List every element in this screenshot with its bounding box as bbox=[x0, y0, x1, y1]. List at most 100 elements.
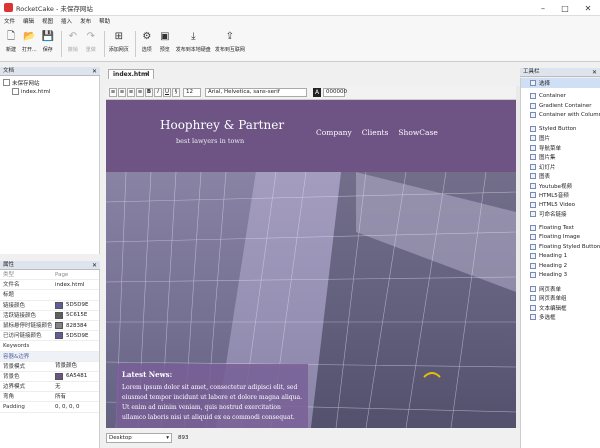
prop-row[interactable]: 已访问链接颜色 5D5D9E bbox=[0, 331, 99, 342]
prop-row[interactable]: 背景色 6A5481 bbox=[0, 372, 99, 383]
prop-row[interactable]: 鼠标悬停时链接颜色 828384 bbox=[0, 321, 99, 332]
align-left-button[interactable]: ≡ bbox=[109, 88, 117, 97]
open-icon: 📂 bbox=[23, 31, 36, 42]
close-icon[interactable]: ✕ bbox=[92, 261, 97, 270]
paragraph-style-button[interactable]: § bbox=[172, 88, 180, 97]
color-swatch[interactable] bbox=[55, 372, 63, 380]
publish-web-button[interactable]: ⇪ 发布到互联网 bbox=[215, 31, 245, 53]
prop-row[interactable]: 链接颜色 5D5D9E bbox=[0, 301, 99, 311]
site-tagline[interactable]: best lawyers in town bbox=[176, 137, 244, 145]
toolbox-item-select[interactable]: 选择 bbox=[521, 78, 600, 88]
minimize-icon[interactable]: – bbox=[532, 0, 554, 16]
close-icon[interactable]: ✕ bbox=[92, 67, 97, 76]
menu-view[interactable]: 视图 bbox=[42, 17, 53, 25]
save-icon: 💾 bbox=[41, 31, 55, 42]
toolbox-item[interactable]: HTML5 Video bbox=[521, 200, 600, 210]
toolbox-item[interactable]: 多选框 bbox=[521, 313, 600, 323]
close-icon[interactable]: ✕ bbox=[592, 68, 597, 77]
toolbox-item[interactable]: Floating Styled Button bbox=[521, 242, 600, 252]
underline-button[interactable]: U bbox=[163, 88, 171, 97]
undo-button[interactable]: ↶ 撤销 bbox=[66, 31, 80, 53]
prop-row[interactable]: 背景模式 背景颜色 bbox=[0, 362, 99, 372]
site-header[interactable]: Hoophrey & Partner best lawyers in town … bbox=[106, 100, 516, 172]
nav-item-showcase[interactable]: ShowCase bbox=[398, 128, 437, 137]
folder-icon bbox=[3, 79, 10, 86]
toolbox-item-label: 导航菜单 bbox=[539, 145, 562, 152]
options-button[interactable]: ⚙ 选项 bbox=[140, 31, 154, 53]
toolbox-item-label: HTML5 Video bbox=[539, 201, 575, 208]
prop-row[interactable]: 弯角 所有 bbox=[0, 392, 99, 403]
device-mode-select[interactable]: Desktop ▾ bbox=[106, 433, 172, 443]
menu-edit[interactable]: 编辑 bbox=[23, 17, 34, 25]
toolbox-item[interactable]: 文本编辑框 bbox=[521, 303, 600, 313]
text-color-picker[interactable]: A 000000 bbox=[313, 88, 347, 97]
bold-button[interactable]: B bbox=[145, 88, 153, 97]
menu-file[interactable]: 文件 bbox=[4, 17, 15, 25]
prop-row[interactable]: 文件名 index.html bbox=[0, 280, 99, 291]
toolbox-item[interactable]: Youtube视频 bbox=[521, 181, 600, 191]
toolbox-item[interactable]: 图表 bbox=[521, 172, 600, 182]
align-center-button[interactable]: ≡ bbox=[118, 88, 126, 97]
maximize-icon[interactable]: □ bbox=[554, 0, 576, 16]
tree-root[interactable]: 未保存网站 bbox=[0, 78, 99, 87]
font-size-select[interactable]: 12 bbox=[183, 88, 201, 97]
close-icon[interactable]: × bbox=[145, 70, 150, 79]
canvas-width-value: 893 bbox=[178, 435, 189, 441]
publish-local-button[interactable]: ⤓ 发布到本地硬盘 bbox=[176, 31, 211, 53]
prop-row-type: 类型 Page bbox=[0, 270, 99, 281]
italic-button[interactable]: I bbox=[154, 88, 162, 97]
add-page-button[interactable]: ⊞ 添加网页 bbox=[109, 31, 129, 53]
prop-row[interactable]: 活跃链接颜色 5C615E bbox=[0, 311, 99, 321]
color-swatch[interactable] bbox=[55, 322, 63, 330]
toolbox-item[interactable]: 导航菜单 bbox=[521, 143, 600, 153]
menu-insert[interactable]: 插入 bbox=[61, 17, 72, 25]
prop-row[interactable]: Padding 0, 0, 0, 0 bbox=[0, 402, 99, 413]
toolbox-item[interactable]: Heading 1 bbox=[521, 252, 600, 262]
open-button[interactable]: 📂 打开... bbox=[22, 31, 37, 53]
prop-row[interactable]: 边界模式 无 bbox=[0, 382, 99, 393]
nav-item-company[interactable]: Company bbox=[316, 128, 352, 137]
align-justify-button[interactable]: ≡ bbox=[136, 88, 144, 97]
toolbox-item[interactable]: Gradient Container bbox=[521, 101, 600, 111]
toolbox-item[interactable]: Styled Button bbox=[521, 124, 600, 134]
prop-value-text: index.html bbox=[55, 281, 85, 288]
toolbox-item[interactable]: Floating Text bbox=[521, 223, 600, 233]
site-brand[interactable]: Hoophrey & Partner bbox=[160, 118, 284, 132]
hero-image[interactable]: Latest News: Lorem ipsum dolor sit amet,… bbox=[106, 172, 516, 428]
prop-value: 6A5481 bbox=[52, 372, 99, 381]
toolbox-item[interactable]: 网页表单 bbox=[521, 284, 600, 294]
toolbox-item[interactable]: 幻灯片 bbox=[521, 162, 600, 172]
save-button[interactable]: 💾 保存 bbox=[41, 31, 55, 53]
align-right-button[interactable]: ≡ bbox=[127, 88, 135, 97]
nav-item-clients[interactable]: Clients bbox=[362, 128, 389, 137]
close-icon[interactable]: ✕ bbox=[576, 0, 600, 16]
toolbox-item[interactable]: Container with Column bbox=[521, 111, 600, 121]
prop-section-header[interactable]: 容器&边界 bbox=[0, 351, 99, 362]
tab-index-html[interactable]: index.html × bbox=[108, 69, 154, 79]
design-canvas[interactable]: Hoophrey & Partner best lawyers in town … bbox=[106, 100, 516, 428]
toolbox-item[interactable]: Heading 2 bbox=[521, 261, 600, 271]
menu-help[interactable]: 帮助 bbox=[99, 17, 110, 25]
toolbox-item[interactable]: Floating Image bbox=[521, 233, 600, 243]
menu-publish[interactable]: 发布 bbox=[80, 17, 91, 25]
new-button[interactable]: 🗋 新建 bbox=[4, 31, 18, 53]
tree-item-index[interactable]: index.html bbox=[0, 87, 99, 96]
toolbox-item[interactable]: HTML5音频 bbox=[521, 191, 600, 201]
toolbox-item[interactable]: 图片 bbox=[521, 134, 600, 144]
toolbox-item[interactable]: Container bbox=[521, 92, 600, 102]
toolbox-item[interactable]: 图片集 bbox=[521, 153, 600, 163]
toolbox-item[interactable]: 网页表单组 bbox=[521, 294, 600, 304]
redo-button[interactable]: ↷ 重做 bbox=[84, 31, 98, 53]
widget-icon bbox=[530, 272, 536, 279]
color-swatch[interactable] bbox=[55, 311, 63, 319]
prop-row[interactable]: 标题 bbox=[0, 290, 99, 301]
latest-news-box[interactable]: Latest News: Lorem ipsum dolor sit amet,… bbox=[116, 364, 308, 428]
prop-row[interactable]: Keywords bbox=[0, 341, 99, 352]
color-swatch[interactable] bbox=[55, 332, 63, 340]
toolbox-item[interactable]: 可命名链接 bbox=[521, 210, 600, 220]
prop-value-text: 0, 0, 0, 0 bbox=[55, 404, 80, 411]
preview-button[interactable]: ▣ 预览 bbox=[158, 31, 172, 53]
color-swatch[interactable] bbox=[55, 301, 63, 309]
font-family-select[interactable]: Arial, Helvetica, sans-serif bbox=[205, 88, 307, 97]
toolbox-item[interactable]: Heading 3 bbox=[521, 271, 600, 281]
